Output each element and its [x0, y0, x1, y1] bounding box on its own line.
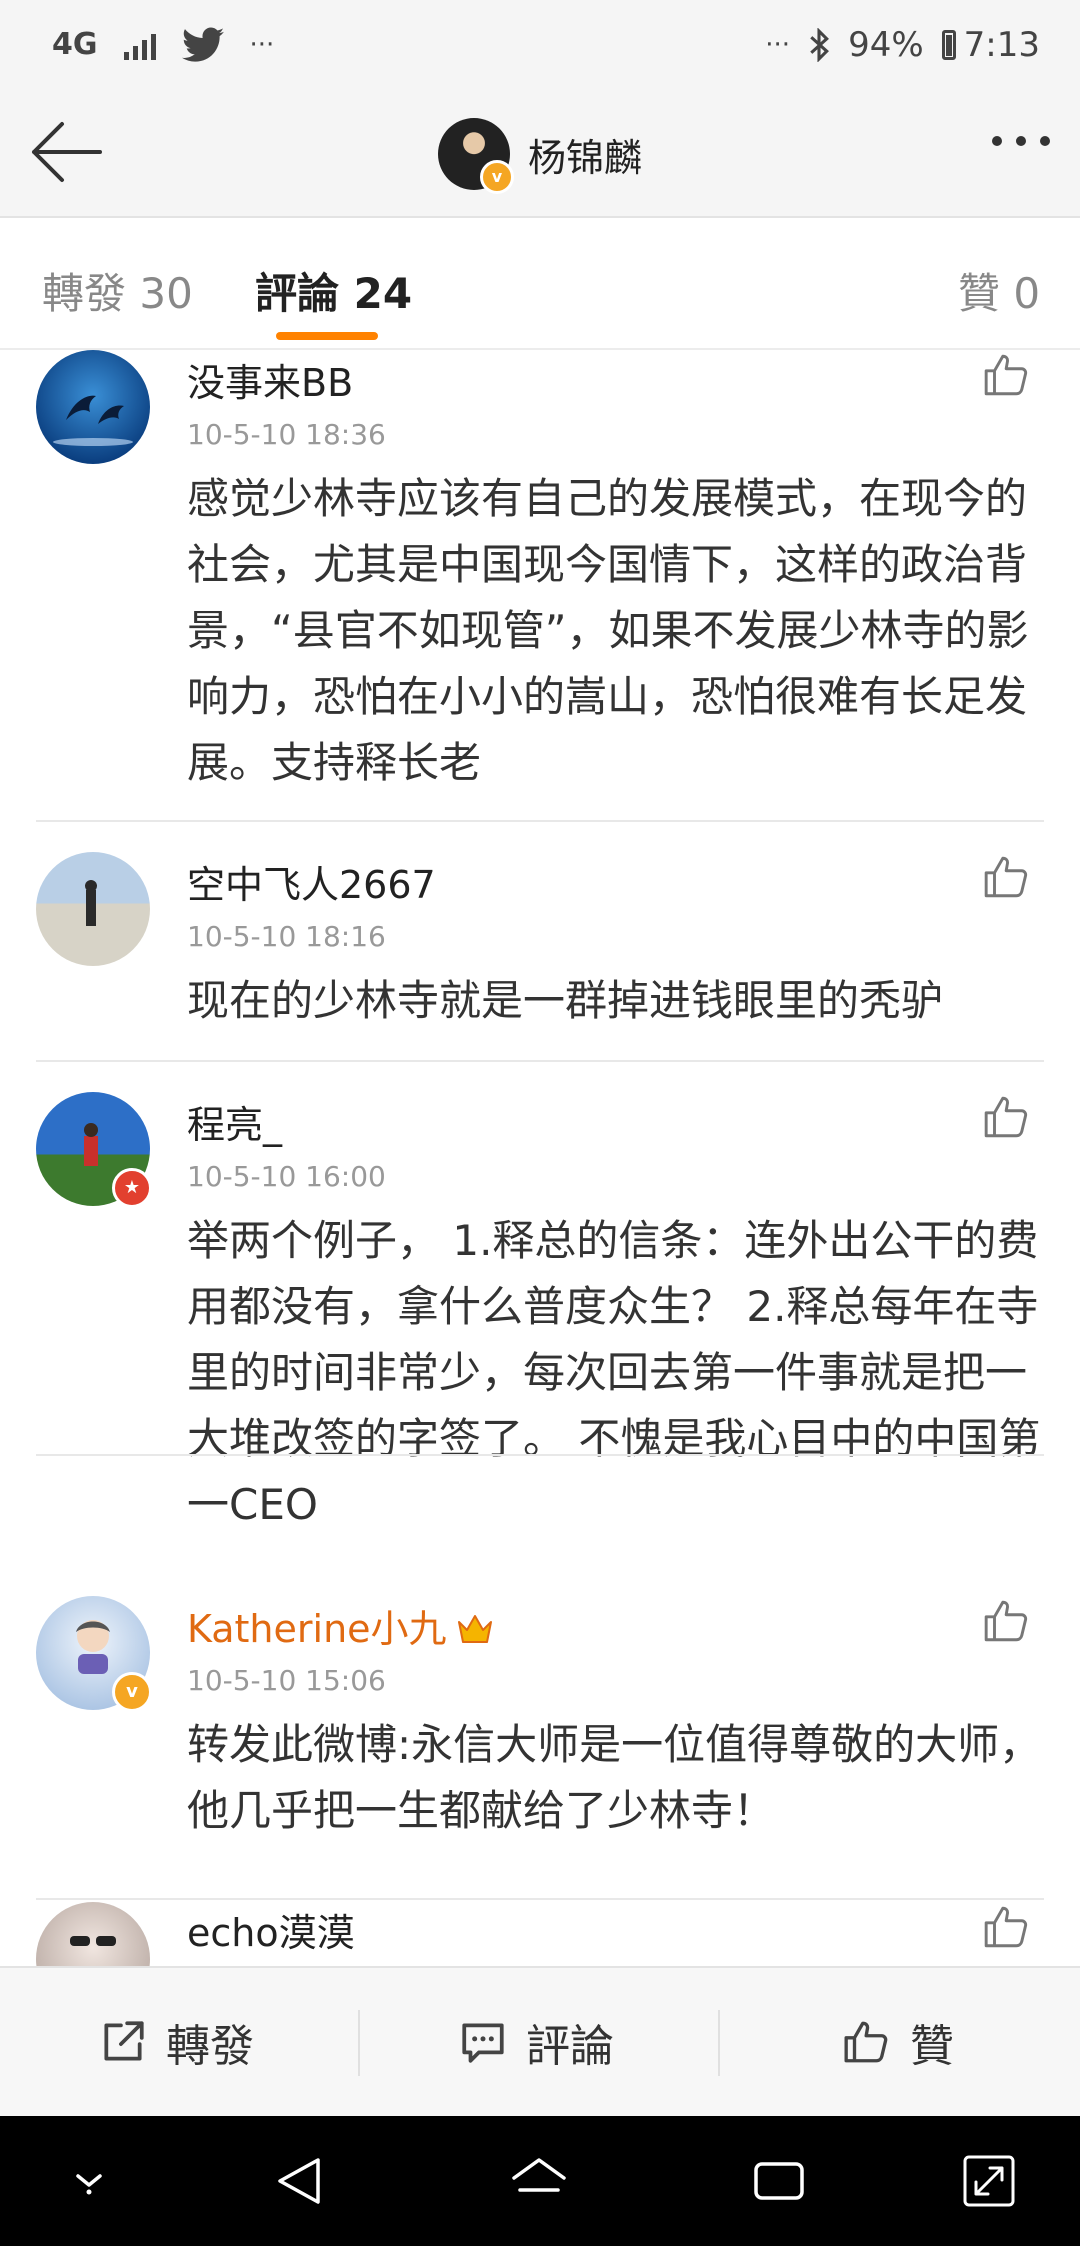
tab-likes[interactable]: 贊 0 [958, 260, 1040, 321]
user-avatar[interactable] [36, 350, 150, 464]
divider [36, 1060, 1044, 1062]
comment-author[interactable]: Katherine小九 [187, 1598, 495, 1653]
signal-icon [123, 30, 156, 60]
user-avatar[interactable]: ★ [36, 1092, 152, 1208]
comment-time: 10-5-10 18:16 [187, 920, 386, 953]
comment-author[interactable]: 程亮_ [187, 1094, 282, 1149]
comment-text: 举两个例子， 1.释总的信条：连外出公干的费用都没有，拿什么普度众生？ 2.释总… [187, 1216, 1041, 1529]
header: v 杨锦麟 [0, 90, 1080, 218]
comment-time: 10-5-10 16:00 [187, 1160, 386, 1193]
repost-button[interactable]: 轉發 [98, 1968, 254, 2116]
more-options-icon[interactable] [992, 136, 1050, 146]
bluetooth-icon [810, 28, 830, 62]
divider [36, 1454, 1044, 1456]
like-button[interactable]: 贊 [842, 1968, 954, 2116]
share-icon [104, 2021, 144, 2061]
person-photo [85, 880, 97, 926]
like-icon[interactable] [982, 350, 1032, 400]
verified-badge-icon: v [112, 1672, 152, 1712]
comment-author[interactable]: echo漠漠 [187, 1902, 355, 1957]
comment-time: 10-5-10 18:36 [187, 418, 386, 451]
person-photo [70, 1936, 116, 1946]
like-icon[interactable] [982, 1902, 1032, 1952]
comment-icon [462, 2023, 504, 2063]
tab-comments[interactable]: 評論 24 [255, 260, 412, 321]
notification-overflow: ··· [249, 30, 275, 60]
repost-label: 轉發 [166, 2021, 254, 2072]
like-label: 贊 [910, 2021, 954, 2072]
clock: 7:13 [963, 25, 1040, 65]
author-avatar[interactable]: v [438, 118, 514, 194]
comment-author[interactable]: 空中飞人2667 [187, 854, 436, 909]
back-arrow-icon[interactable] [28, 120, 104, 184]
verified-badge-icon: v [480, 160, 514, 194]
home-nav-icon[interactable] [506, 2148, 572, 2214]
divider [718, 2010, 720, 2076]
like-icon[interactable] [982, 852, 1032, 902]
divider [36, 820, 1044, 822]
comment-list[interactable]: 没事来BB 10-5-10 18:36 感觉少林寺应该有自己的发展模式，在现今的… [0, 350, 1080, 1966]
comment-item: 空中飞人2667 10-5-10 18:16 现在的少林寺就是一群掉进钱眼里的秃… [0, 852, 1080, 1090]
comment-text: 感觉少林寺应该有自己的发展模式，在现今的社会，尤其是中国现今国情下，这样的政治背… [187, 474, 1029, 787]
comment-text: 转发此微博:永信大师是一位值得尊敬的大师，他几乎把一生都献给了少林寺！ [187, 1720, 1042, 1835]
active-tab-indicator [276, 332, 378, 340]
comment-item: ★ 程亮_ 10-5-10 16:00 举两个例子， 1.释总的信条：连外出公干… [0, 1092, 1080, 1562]
tab-repost[interactable]: 轉發 30 [42, 260, 193, 321]
comment-author[interactable]: 没事来BB [187, 352, 353, 407]
user-avatar[interactable]: v [36, 1596, 152, 1712]
author-info[interactable]: v 杨锦麟 [438, 116, 642, 194]
battery-percent: 94% [848, 25, 924, 65]
comment-item: v Katherine小九 10-5-10 15:06 转发此微博:永信大师是一… [0, 1596, 1080, 1900]
system-nav-bar [0, 2116, 1080, 2246]
back-nav-icon[interactable] [268, 2148, 334, 2214]
comment-item: echo漠漠 [0, 1902, 1080, 1966]
user-avatar[interactable] [36, 1902, 150, 1966]
comment-time: 10-5-10 15:06 [187, 1664, 386, 1697]
network-type: 4G [52, 27, 98, 62]
user-avatar[interactable] [36, 852, 150, 966]
comment-label: 評論 [526, 2021, 614, 2072]
like-icon[interactable] [982, 1596, 1032, 1646]
author-name[interactable]: 杨锦麟 [528, 127, 642, 182]
divider [358, 2010, 360, 2076]
like-icon[interactable] [982, 1092, 1032, 1142]
comment-item: 没事来BB 10-5-10 18:36 感觉少林寺应该有自己的发展模式，在现今的… [0, 350, 1080, 822]
recent-apps-icon[interactable] [746, 2148, 812, 2214]
thumbs-up-icon [844, 2021, 888, 2063]
comment-button[interactable]: 評論 [458, 1968, 614, 2116]
dolphin-icon [53, 395, 133, 446]
twitter-icon [181, 27, 224, 62]
chevron-down-icon[interactable] [56, 2148, 122, 2214]
crown-badge-icon [457, 1615, 492, 1643]
divider [36, 1898, 1044, 1900]
comment-text: 现在的少林寺就是一群掉进钱眼里的秃驴 [187, 976, 944, 1025]
expand-icon[interactable] [956, 2148, 1022, 2214]
tab-bar: 轉發 30 評論 24 贊 0 [0, 218, 1080, 350]
status-overflow: ··· [765, 30, 791, 60]
battery-icon [941, 30, 956, 60]
vip-badge-icon: ★ [112, 1168, 152, 1208]
action-bar: 轉發 評論 贊 [0, 1966, 1080, 2116]
status-bar: 4G ··· ··· 94% 7:13 [0, 0, 1080, 90]
